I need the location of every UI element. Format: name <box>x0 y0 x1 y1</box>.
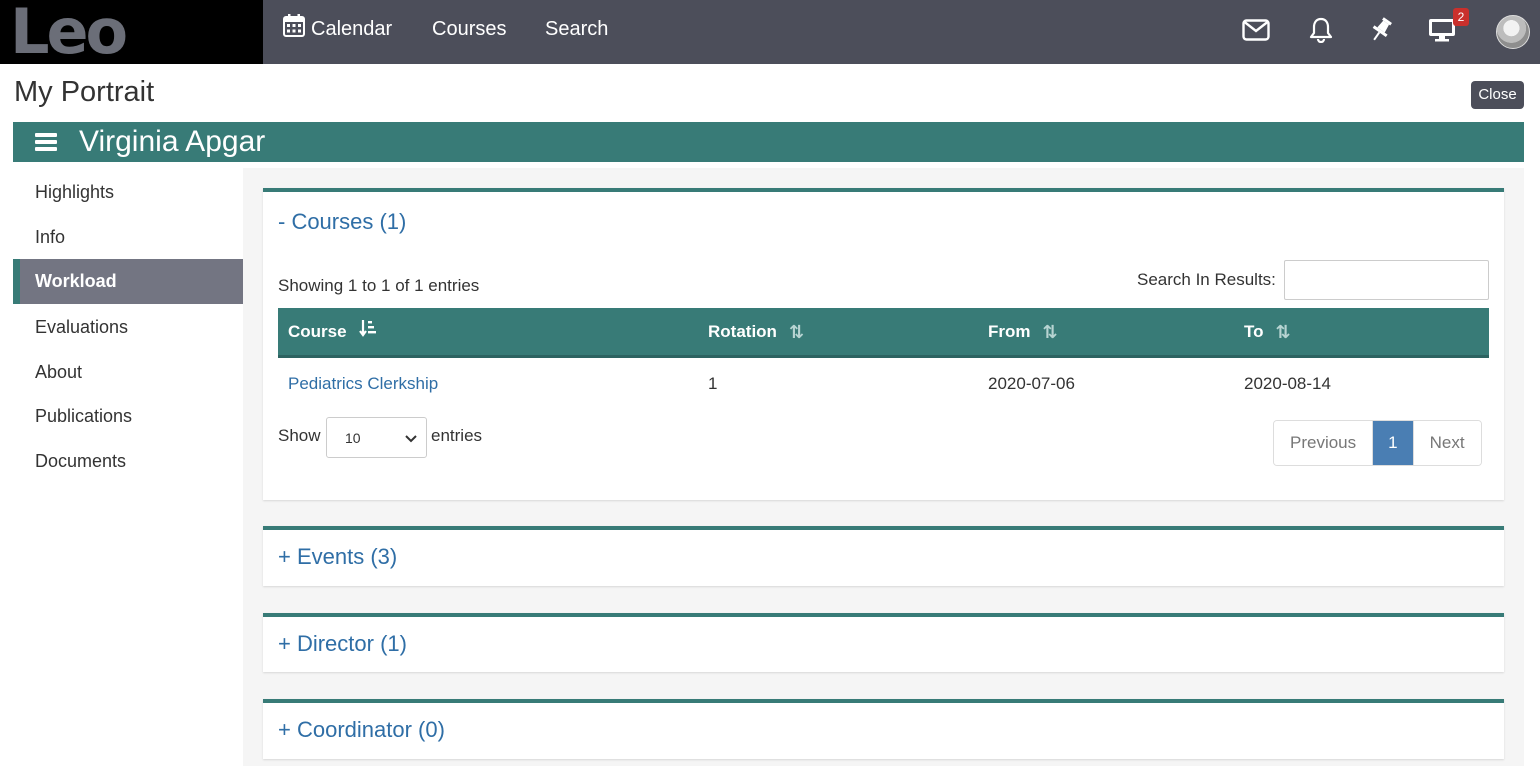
courses-panel-toggle[interactable]: - Courses (1) <box>278 207 406 237</box>
entries-label: entries <box>431 426 483 445</box>
sidebar-item-documents[interactable]: Documents <box>13 439 243 484</box>
director-panel-toggle[interactable]: + Director (1) <box>278 629 407 659</box>
column-rotation-label: Rotation <box>708 321 777 341</box>
show-label: Show <box>278 426 321 445</box>
previous-page-button[interactable]: Previous <box>1274 421 1373 465</box>
nav-search-label: Search <box>545 18 609 40</box>
avatar[interactable] <box>1496 15 1530 49</box>
to-date-cell: 2020-08-14 <box>1244 374 1331 393</box>
monitor-icon[interactable] <box>1428 16 1456 44</box>
page-size-value: 10 <box>345 430 361 446</box>
events-panel: + Events (3) <box>263 526 1504 586</box>
sidebar-item-about[interactable]: About <box>13 350 243 395</box>
column-header-rotation[interactable]: Rotation ⇅ <box>708 308 804 355</box>
sidebar-item-info[interactable]: Info <box>13 215 243 260</box>
director-panel: + Director (1) <box>263 613 1504 672</box>
sort-icon: ⇅ <box>1275 321 1291 342</box>
sort-icon: ⇅ <box>788 321 805 342</box>
courses-panel: - Courses (1) Showing 1 to 1 of 1 entrie… <box>263 188 1504 500</box>
top-navbar: Leo Calendar Courses Search 2 <box>0 0 1540 64</box>
column-course-label: Course <box>288 321 347 341</box>
search-label: Search In Results: <box>1137 270 1276 289</box>
table-header: Course Rotation ⇅ From ⇅ To ⇅ <box>278 308 1489 358</box>
sidebar-item-workload[interactable]: Workload <box>13 259 243 304</box>
events-panel-toggle[interactable]: + Events (3) <box>278 542 397 572</box>
column-header-to[interactable]: To ⇅ <box>1244 308 1291 355</box>
hamburger-menu-icon[interactable] <box>35 133 57 151</box>
coordinator-panel: + Coordinator (0) <box>263 699 1504 759</box>
nav-search-link[interactable]: Search <box>545 14 608 44</box>
sort-ascending-icon <box>358 308 377 356</box>
column-to-label: To <box>1244 321 1264 341</box>
pin-icon[interactable] <box>1367 16 1395 44</box>
profile-banner: Virginia Apgar <box>13 122 1524 162</box>
page-1-button[interactable]: 1 <box>1372 421 1414 465</box>
pagination: Previous 1 Next <box>1273 420 1482 466</box>
notification-badge: 2 <box>1453 8 1469 26</box>
entries-info: Showing 1 to 1 of 1 entries <box>278 276 480 295</box>
logo[interactable]: Leo <box>0 0 263 64</box>
chevron-down-icon <box>405 418 417 459</box>
column-from-label: From <box>988 321 1031 341</box>
logo-text: Leo <box>10 0 128 64</box>
coordinator-panel-toggle[interactable]: + Coordinator (0) <box>278 715 445 745</box>
mail-icon[interactable] <box>1242 16 1270 44</box>
nav-courses-label: Courses <box>432 18 507 40</box>
column-header-course[interactable]: Course <box>288 308 377 355</box>
rotation-cell: 1 <box>708 374 718 393</box>
sort-icon: ⇅ <box>1042 321 1058 342</box>
column-header-from[interactable]: From ⇅ <box>988 308 1058 355</box>
sidebar: Highlights Info Workload Evaluations Abo… <box>13 168 243 766</box>
from-date-cell: 2020-07-06 <box>988 374 1075 393</box>
calendar-icon <box>283 13 305 45</box>
sidebar-item-publications[interactable]: Publications <box>13 394 243 439</box>
close-button[interactable]: Close <box>1471 81 1524 109</box>
page-title: My Portrait <box>14 76 155 108</box>
nav-calendar-link[interactable]: Calendar <box>283 14 392 44</box>
nav-courses-link[interactable]: Courses <box>432 14 506 44</box>
search-results-input[interactable] <box>1284 260 1489 300</box>
course-link[interactable]: Pediatrics Clerkship <box>288 374 438 394</box>
nav-calendar-label: Calendar <box>311 18 393 40</box>
sidebar-item-highlights[interactable]: Highlights <box>13 170 243 215</box>
next-page-button[interactable]: Next <box>1413 421 1481 465</box>
page-size-select[interactable]: 10 <box>326 417 427 458</box>
profile-name: Virginia Apgar <box>79 125 266 158</box>
sidebar-item-evaluations[interactable]: Evaluations <box>13 305 243 350</box>
bell-icon[interactable] <box>1307 16 1335 44</box>
